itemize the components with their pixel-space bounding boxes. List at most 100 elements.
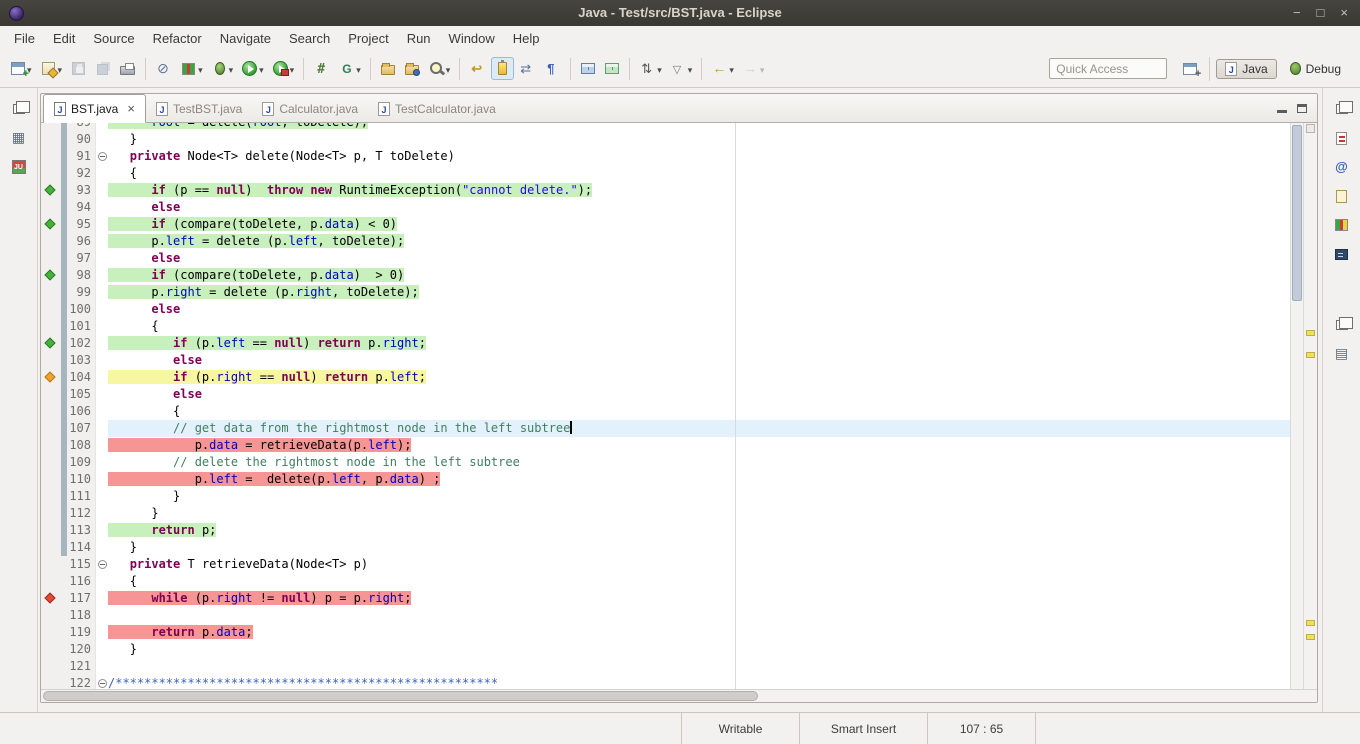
annotation-ruler-cell[interactable]: [41, 471, 61, 488]
fold-ruler-cell[interactable]: [95, 403, 108, 420]
vertical-scrollbar-thumb[interactable]: [1292, 125, 1302, 301]
perspective-debug-button[interactable]: Debug: [1281, 59, 1350, 79]
warning-annotation-mark-icon[interactable]: [1306, 620, 1315, 626]
save-button[interactable]: [67, 57, 90, 80]
annotation-ruler-cell[interactable]: [41, 420, 61, 437]
fold-ruler-cell[interactable]: [95, 284, 108, 301]
skip-all-breakpoints-button[interactable]: [152, 57, 175, 80]
code-line-97[interactable]: 97 else: [41, 250, 1290, 267]
fold-ruler-cell[interactable]: [95, 131, 108, 148]
menu-run[interactable]: Run: [398, 29, 440, 48]
code-text[interactable]: // delete the rightmost node in the left…: [108, 454, 1290, 471]
fold-ruler-cell[interactable]: [95, 573, 108, 590]
code-line-122[interactable]: 122/************************************…: [41, 675, 1290, 689]
code-text[interactable]: while (p.right != null) p = p.right;: [108, 590, 1290, 607]
code-text[interactable]: }: [108, 641, 1290, 658]
fold-ruler-cell[interactable]: [95, 352, 108, 369]
code-line-112[interactable]: 112 }: [41, 505, 1290, 522]
dropdown-arrow-icon[interactable]: [445, 60, 451, 78]
fold-ruler-cell[interactable]: [95, 123, 108, 131]
javadoc-view-button[interactable]: [1330, 156, 1354, 178]
annotation-ruler-cell[interactable]: [41, 658, 61, 675]
fold-ruler-cell[interactable]: [95, 658, 108, 675]
fold-ruler-cell[interactable]: [95, 318, 108, 335]
annotations-view-button[interactable]: [577, 57, 599, 80]
code-text[interactable]: {: [108, 573, 1290, 590]
code-line-99[interactable]: 99 p.right = delete (p.right, toDelete);: [41, 284, 1290, 301]
code-line-110[interactable]: 110 p.left = delete(p.left, p.data) ;: [41, 471, 1290, 488]
warning-annotation-mark-icon[interactable]: [1306, 352, 1315, 358]
fold-ruler-cell[interactable]: [95, 148, 108, 165]
code-line-116[interactable]: 116 {: [41, 573, 1290, 590]
code-line-117[interactable]: 117 while (p.right != null) p = p.right;: [41, 590, 1290, 607]
annotation-ruler-cell[interactable]: [41, 233, 61, 250]
annotation-ruler-cell[interactable]: [41, 165, 61, 182]
minimize-window-button[interactable]: −: [1293, 0, 1301, 26]
warning-annotation-mark-icon[interactable]: [1306, 634, 1315, 640]
code-line-108[interactable]: 108 p.data = retrieveData(p.left);: [41, 437, 1290, 454]
back-button[interactable]: [708, 57, 737, 81]
code-area[interactable]: 89 root = delete(root, toDelete);90 }91 …: [41, 123, 1290, 689]
code-line-92[interactable]: 92 {: [41, 165, 1290, 182]
code-text[interactable]: private T retrieveData(Node<T> p): [108, 556, 1290, 573]
fold-ruler-cell[interactable]: [95, 556, 108, 573]
debug-button[interactable]: [208, 57, 237, 81]
code-text[interactable]: }: [108, 131, 1290, 148]
annotation-ruler-cell[interactable]: [41, 335, 61, 352]
horizontal-scrollbar-thumb[interactable]: [43, 691, 758, 701]
annotation-ruler-cell[interactable]: [41, 675, 61, 689]
fold-ruler-cell[interactable]: [95, 420, 108, 437]
code-text[interactable]: p.data = retrieveData(p.left);: [108, 437, 1290, 454]
dropdown-arrow-icon[interactable]: [57, 60, 63, 78]
code-text[interactable]: }: [108, 488, 1290, 505]
annotation-ruler-cell[interactable]: [41, 131, 61, 148]
console-view-button[interactable]: [1330, 243, 1354, 265]
filters-button[interactable]: [667, 57, 696, 81]
editor-tab-testcalculator-java[interactable]: TestCalculator.java: [368, 95, 506, 122]
fold-ruler-cell[interactable]: [95, 301, 108, 318]
dropdown-arrow-icon[interactable]: [759, 60, 765, 78]
minimize-editor-icon[interactable]: [1277, 105, 1287, 113]
outline-view-button[interactable]: [1330, 343, 1354, 365]
outline-view-button[interactable]: [601, 57, 623, 80]
collapse-toggle-icon[interactable]: [98, 152, 107, 161]
fold-ruler-cell[interactable]: [95, 199, 108, 216]
restore-views-view-button[interactable]: [1330, 98, 1354, 120]
code-line-105[interactable]: 105 else: [41, 386, 1290, 403]
code-text[interactable]: if (p == null) throw new RuntimeExceptio…: [108, 182, 1290, 199]
menu-window[interactable]: Window: [440, 29, 504, 48]
annotation-ruler-cell[interactable]: [41, 607, 61, 624]
fold-ruler-cell[interactable]: [95, 454, 108, 471]
code-text[interactable]: [108, 658, 1290, 675]
annotation-ruler-cell[interactable]: [41, 624, 61, 641]
annotation-ruler-cell[interactable]: [41, 123, 61, 131]
save-all-button[interactable]: [92, 57, 114, 80]
full-coverage-marker-icon[interactable]: [44, 218, 55, 229]
fold-ruler-cell[interactable]: [95, 369, 108, 386]
dropdown-arrow-icon[interactable]: [197, 60, 203, 78]
no-coverage-marker-icon[interactable]: [44, 592, 55, 603]
full-coverage-marker-icon[interactable]: [44, 269, 55, 280]
annotation-ruler-cell[interactable]: [41, 369, 61, 386]
annotation-ruler-cell[interactable]: [41, 488, 61, 505]
annotation-ruler-cell[interactable]: [41, 352, 61, 369]
annotation-ruler-cell[interactable]: [41, 539, 61, 556]
code-line-103[interactable]: 103 else: [41, 352, 1290, 369]
menu-navigate[interactable]: Navigate: [211, 29, 280, 48]
fold-ruler-cell[interactable]: [95, 386, 108, 403]
open-task-button[interactable]: [401, 57, 423, 80]
annotation-ruler-cell[interactable]: [41, 199, 61, 216]
code-line-119[interactable]: 119 return p.data;: [41, 624, 1290, 641]
warning-annotation-mark-icon[interactable]: [1306, 330, 1315, 336]
fold-ruler-cell[interactable]: [95, 522, 108, 539]
task-list-view-button[interactable]: [1330, 127, 1354, 149]
annotation-ruler-cell[interactable]: [41, 386, 61, 403]
code-text[interactable]: p.right = delete (p.right, toDelete);: [108, 284, 1290, 301]
declaration-view-button[interactable]: [1330, 185, 1354, 207]
code-line-90[interactable]: 90 }: [41, 131, 1290, 148]
code-text[interactable]: {: [108, 165, 1290, 182]
new-java-working-set-button[interactable]: [310, 57, 333, 80]
fold-ruler-cell[interactable]: [95, 437, 108, 454]
new-wizard-button[interactable]: [7, 57, 35, 81]
partial-coverage-marker-icon[interactable]: [44, 371, 55, 382]
